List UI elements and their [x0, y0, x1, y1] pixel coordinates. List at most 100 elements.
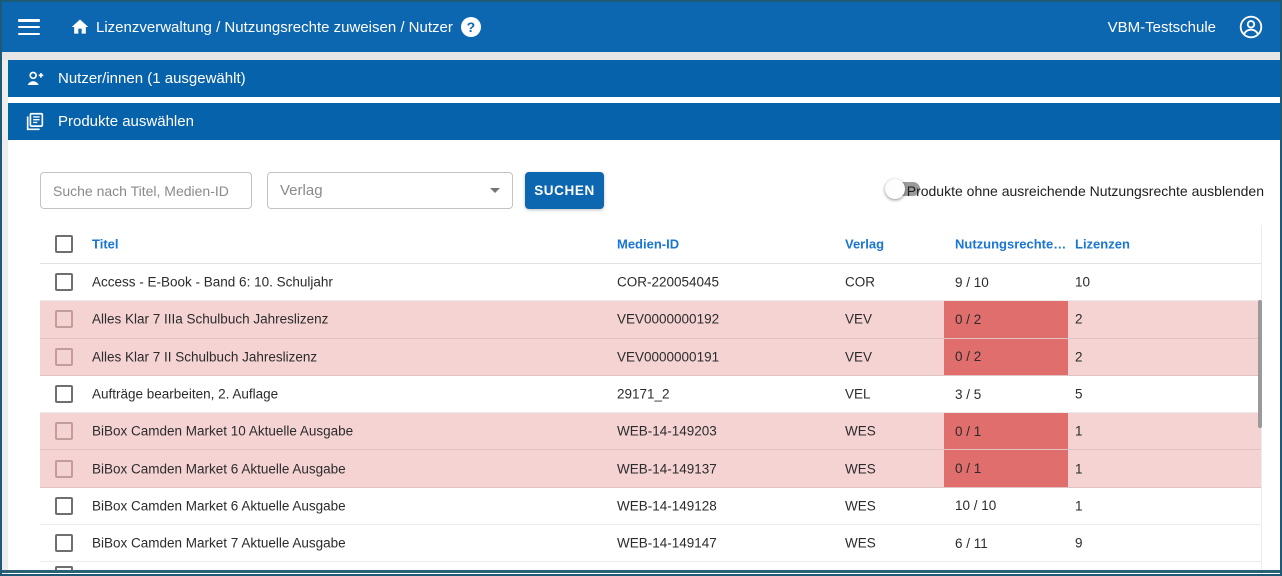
toggle-thumb — [885, 179, 905, 199]
rights-value: 9 / 10 — [955, 275, 989, 290]
panel-users[interactable]: Nutzer/innen (1 ausgewählt) — [8, 60, 1280, 97]
table-rows: Access - E-Book - Band 6: 10. Schuljahr … — [40, 264, 1261, 562]
table-row[interactable]: Access - E-Book - Band 6: 10. Schuljahr … — [40, 264, 1261, 301]
select-all-checkbox[interactable] — [55, 235, 73, 253]
cell-licenses: 1 — [1075, 461, 1083, 476]
table-row[interactable]: Alles Klar 7 IIIa Schulbuch Jahreslizenz… — [40, 301, 1261, 338]
column-header-medienid[interactable]: Medien-ID — [617, 237, 679, 252]
cell-publisher: VEV — [845, 349, 872, 364]
cell-publisher: WES — [845, 424, 876, 439]
rights-value: 0 / 2 — [955, 349, 981, 364]
publisher-select[interactable]: Verlag — [267, 172, 513, 209]
column-header-nutzungsrechte[interactable]: Nutzungsrechte… — [955, 237, 1066, 252]
rights-value: 3 / 5 — [955, 387, 981, 402]
home-button[interactable] — [70, 17, 90, 37]
table-row[interactable]: Alles Klar 7 II Schulbuch Jahreslizenz V… — [40, 339, 1261, 376]
row-checkbox[interactable] — [55, 497, 73, 515]
app-window: Lizenzverwaltung / Nutzungsrechte zuweis… — [0, 0, 1282, 576]
cell-rights: 0 / 1 — [944, 413, 1068, 449]
publisher-select-label: Verlag — [280, 182, 490, 199]
cell-licenses: 10 — [1075, 275, 1090, 290]
column-header-titel[interactable]: Titel — [92, 237, 119, 252]
table-header: Titel Medien-ID Verlag Nutzungsrechte… L… — [40, 225, 1261, 264]
cell-title: BiBox Camden Market 6 Aktuelle Ausgabe — [92, 498, 346, 513]
rights-value: 0 / 2 — [955, 312, 981, 327]
row-checkbox[interactable] — [55, 422, 73, 440]
row-checkbox[interactable] — [55, 348, 73, 366]
school-name: VBM-Testschule — [1108, 19, 1216, 36]
help-button[interactable]: ? — [461, 17, 481, 37]
cell-media-id: WEB-14-149203 — [617, 424, 717, 439]
cell-publisher: VEV — [845, 312, 872, 327]
cell-media-id: 29171_2 — [617, 387, 670, 402]
cell-media-id: WEB-14-149147 — [617, 536, 717, 551]
menu-button[interactable] — [18, 19, 40, 35]
help-icon: ? — [467, 19, 476, 35]
account-icon — [1238, 14, 1264, 40]
cell-title: Alles Klar 7 II Schulbuch Jahreslizenz — [92, 349, 317, 364]
panel-users-label: Nutzer/innen (1 ausgewählt) — [58, 70, 246, 87]
rights-value: 0 / 1 — [955, 424, 981, 439]
table-scrollbar[interactable] — [1258, 300, 1262, 428]
table-row[interactable]: BiBox Camden Market 7 Aktuelle Ausgabe W… — [40, 525, 1261, 562]
rights-value: 6 / 11 — [955, 536, 988, 551]
row-checkbox[interactable] — [55, 310, 73, 328]
search-button[interactable]: SUCHEN — [525, 172, 604, 209]
cell-rights: 0 / 2 — [944, 339, 1068, 375]
cell-rights: 3 / 5 — [944, 376, 1068, 412]
search-input[interactable] — [40, 172, 252, 209]
table-row[interactable]: BiBox Camden Market 6 Aktuelle Ausgabe W… — [40, 488, 1261, 525]
cell-rights: 0 / 1 — [944, 450, 1068, 486]
cell-media-id: VEV0000000191 — [617, 349, 719, 364]
table-row[interactable]: BiBox Camden Market 10 Aktuelle Ausgabe … — [40, 413, 1261, 450]
cell-licenses: 2 — [1075, 349, 1083, 364]
breadcrumb[interactable]: Lizenzverwaltung / Nutzungsrechte zuweis… — [96, 19, 453, 36]
column-header-lizenzen[interactable]: Lizenzen — [1075, 237, 1130, 252]
hide-insufficient-label: Produkte ohne ausreichende Nutzungsrecht… — [907, 183, 1264, 199]
cell-rights: 10 / 10 — [944, 488, 1068, 524]
rights-value: 10 / 10 — [955, 498, 996, 513]
cell-licenses: 1 — [1075, 424, 1083, 439]
cell-licenses: 5 — [1075, 387, 1083, 402]
person-add-icon — [24, 68, 46, 90]
cell-title: Alles Klar 7 IIIa Schulbuch Jahreslizenz — [92, 312, 328, 327]
row-checkbox[interactable] — [55, 460, 73, 478]
cell-title: BiBox Camden Market 6 Aktuelle Ausgabe — [92, 461, 346, 476]
cell-rights: 9 / 10 — [944, 264, 1068, 300]
cell-title: Access - E-Book - Band 6: 10. Schuljahr — [92, 275, 333, 290]
account-button[interactable] — [1238, 14, 1264, 40]
row-checkbox[interactable] — [55, 385, 73, 403]
chevron-down-icon — [490, 188, 500, 193]
appbar-gap — [2, 52, 1280, 60]
row-checkbox[interactable] — [55, 534, 73, 552]
row-checkbox[interactable] — [55, 273, 73, 291]
panel-products-label: Produkte auswählen — [58, 113, 194, 130]
cell-publisher: VEL — [845, 387, 871, 402]
next-panel-edge — [2, 570, 1280, 573]
cell-media-id: WEB-14-149128 — [617, 498, 717, 513]
cell-title: BiBox Camden Market 7 Aktuelle Ausgabe — [92, 536, 346, 551]
table-row[interactable]: BiBox Camden Market 6 Aktuelle Ausgabe W… — [40, 450, 1261, 487]
cell-publisher: WES — [845, 536, 876, 551]
cell-title: BiBox Camden Market 10 Aktuelle Ausgabe — [92, 424, 353, 439]
cell-publisher: COR — [845, 275, 875, 290]
cell-publisher: WES — [845, 498, 876, 513]
table-row[interactable]: Aufträge bearbeiten, 2. Auflage 29171_2 … — [40, 376, 1261, 413]
home-icon — [70, 17, 90, 37]
cell-title: Aufträge bearbeiten, 2. Auflage — [92, 387, 278, 402]
products-table: Titel Medien-ID Verlag Nutzungsrechte… L… — [40, 225, 1262, 574]
cell-licenses: 9 — [1075, 536, 1083, 551]
rights-value: 0 / 1 — [955, 461, 981, 476]
cell-rights: 0 / 2 — [944, 301, 1068, 337]
cell-licenses: 1 — [1075, 498, 1083, 513]
panel-products[interactable]: Produkte auswählen — [8, 103, 1280, 140]
cell-licenses: 2 — [1075, 312, 1083, 327]
cell-media-id: VEV0000000192 — [617, 312, 719, 327]
book-icon — [24, 111, 46, 133]
app-bar: Lizenzverwaltung / Nutzungsrechte zuweis… — [2, 2, 1280, 52]
menu-icon — [18, 19, 40, 35]
cell-media-id: COR-220054045 — [617, 275, 719, 290]
column-header-verlag[interactable]: Verlag — [845, 237, 884, 252]
cell-rights: 6 / 11 — [944, 525, 1068, 561]
cell-publisher: WES — [845, 461, 876, 476]
